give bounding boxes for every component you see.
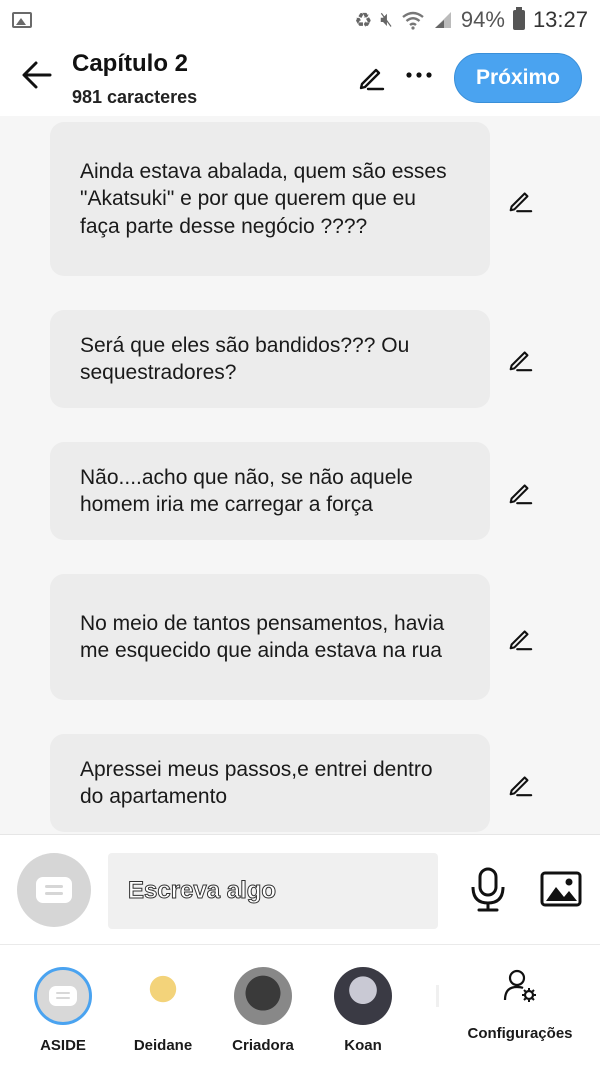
text-block[interactable]: Ainda estava abalada, quem são esses "Ak… xyxy=(50,122,490,276)
avatar xyxy=(234,967,292,1025)
text-block[interactable]: Apressei meus passos,e entrei dentro do … xyxy=(50,734,490,832)
text-block[interactable]: No meio de tantos pensamentos, havia me … xyxy=(50,574,490,700)
top-bar: Capítulo 2 981 caracteres Próximo xyxy=(0,40,600,116)
avatar xyxy=(34,967,92,1025)
battery-icon xyxy=(512,7,525,30)
status-bar: ♻ 🔇︎ 94% 13:27 xyxy=(0,0,600,40)
divider xyxy=(436,985,439,1007)
avatar xyxy=(134,967,192,1025)
character-count: 981 caracteres xyxy=(72,87,198,107)
text-block[interactable]: Será que eles são bandidos??? Ou sequest… xyxy=(50,310,490,408)
character-label: Criadora xyxy=(232,1037,294,1054)
character-koan[interactable]: Koan xyxy=(318,945,408,1067)
clock: 13:27 xyxy=(532,7,588,32)
character-bar: ASIDE Deidane Criadora Koan Configuraçõe… xyxy=(0,944,600,1067)
settings-button[interactable]: Configurações xyxy=(460,945,580,1067)
image-icon xyxy=(12,12,32,28)
wifi-icon xyxy=(402,11,424,30)
avatar xyxy=(334,967,392,1025)
narrator-avatar[interactable] xyxy=(17,853,91,927)
character-label: Deidane xyxy=(133,1037,193,1054)
next-button[interactable]: Próximo xyxy=(454,53,582,103)
back-arrow-icon[interactable] xyxy=(20,58,54,92)
chat-bubble-icon xyxy=(36,877,72,903)
text-block[interactable]: Não....acho que não, se não aquele homem… xyxy=(50,442,490,540)
chapter-content[interactable]: Ainda estava abalada, quem são esses "Ak… xyxy=(0,116,600,834)
pencil-icon[interactable] xyxy=(356,62,386,92)
battery-percent: 94% xyxy=(460,7,505,32)
chat-bubble-icon xyxy=(49,986,77,1006)
text-block-content: No meio de tantos pensamentos, havia me … xyxy=(80,611,445,663)
character-label: Koan xyxy=(344,1037,382,1054)
more-options-icon[interactable] xyxy=(404,60,434,90)
text-block-content: Ainda estava abalada, quem são esses "Ak… xyxy=(80,159,447,238)
text-block-content: Não....acho que não, se não aquele homem… xyxy=(80,465,413,517)
page-title: Capítulo 2 xyxy=(72,50,189,77)
user-settings-icon xyxy=(503,969,537,1003)
edit-pencil-icon[interactable] xyxy=(506,624,534,652)
edit-pencil-icon[interactable] xyxy=(506,345,534,373)
character-aside[interactable]: ASIDE xyxy=(18,945,108,1067)
microphone-icon[interactable] xyxy=(468,867,508,913)
battery-saver-icon: ♻ xyxy=(354,9,373,32)
character-label: ASIDE xyxy=(40,1037,86,1054)
signal-icon xyxy=(434,12,451,28)
edit-pencil-icon[interactable] xyxy=(506,770,534,798)
image-icon[interactable] xyxy=(540,871,582,907)
status-icons: ♻ 🔇︎ 94% 13:27 xyxy=(354,7,588,33)
character-criadora[interactable]: Criadora xyxy=(218,945,308,1067)
settings-label: Configurações xyxy=(467,1025,573,1042)
edit-pencil-icon[interactable] xyxy=(506,186,534,214)
message-input[interactable]: Escreva algo xyxy=(108,853,438,929)
character-deidane[interactable]: Deidane xyxy=(118,945,208,1067)
text-block-content: Apressei meus passos,e entrei dentro do … xyxy=(80,757,433,809)
edit-pencil-icon[interactable] xyxy=(506,478,534,506)
mute-icon: 🔇︎ xyxy=(380,8,393,31)
composer-bar: Escreva algo xyxy=(0,834,600,944)
text-block-content: Será que eles são bandidos??? Ou sequest… xyxy=(80,333,410,385)
